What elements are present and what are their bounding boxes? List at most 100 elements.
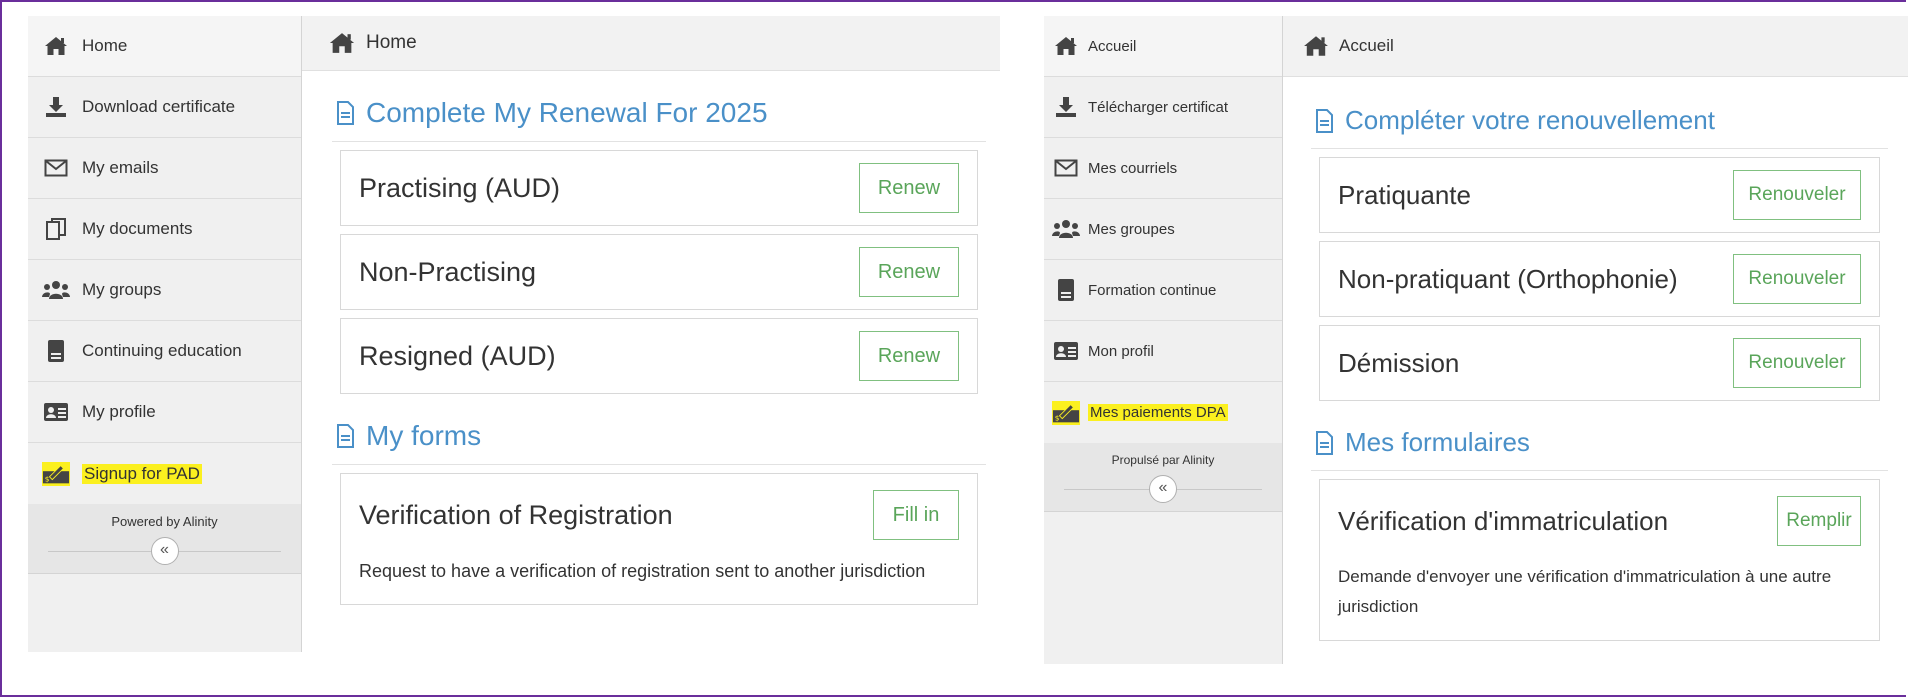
french-portal-panel: Accueil Télécharger certificat Mes courr… xyxy=(1044,16,1908,664)
document-icon xyxy=(336,424,354,448)
sidebar-item-label: My groups xyxy=(82,280,162,299)
sidebar-item-mes-paiements-dpa[interactable]: $ Mes paiements DPA xyxy=(1044,382,1282,443)
sidebar-footer: Powered by Alinity « xyxy=(28,504,301,574)
sidebar-item-label: Accueil xyxy=(1088,37,1137,55)
sidebar-item-label: My documents xyxy=(82,219,193,238)
sidebar-item-my-emails[interactable]: My emails xyxy=(28,138,301,199)
powered-by-text: Powered by Alinity xyxy=(111,514,218,529)
english-portal-panel: Home Download certificate My emails My d… xyxy=(28,16,1000,652)
sidebar-item-continuing-education[interactable]: Continuing education xyxy=(28,321,301,382)
sidebar-item-accueil[interactable]: Accueil xyxy=(1044,16,1282,77)
renewal-option-label: Démission xyxy=(1338,347,1460,378)
sidebar-item-my-documents[interactable]: My documents xyxy=(28,199,301,260)
renewal-option-label: Practising (AUD) xyxy=(359,172,561,203)
sidebar-item-label: Formation continue xyxy=(1088,281,1217,299)
sidebar-footer: Propulsé par Alinity « xyxy=(1044,443,1282,512)
sidebar-item-label: My emails xyxy=(82,158,159,177)
sidebar-item-mes-groupes[interactable]: Mes groupes xyxy=(1044,199,1282,260)
forms-section-title: Mes formulaires xyxy=(1311,409,1888,471)
sidebar: Accueil Télécharger certificat Mes courr… xyxy=(1044,16,1283,664)
renewal-option-label: Pratiquante xyxy=(1338,179,1471,210)
svg-text:$: $ xyxy=(45,474,50,483)
fill-in-button[interactable]: Remplir xyxy=(1777,496,1861,546)
main-content: Accueil Compléter votre renouvellement P… xyxy=(1283,16,1908,664)
renewal-option-card: Non-Practising Renew xyxy=(340,234,978,310)
sidebar-item-home[interactable]: Home xyxy=(28,16,301,77)
form-label: Vérification d'immatriculation xyxy=(1338,505,1669,536)
renewal-option-label: Non-pratiquant (Orthophonie) xyxy=(1338,263,1678,294)
sidebar-item-label: Mes courriels xyxy=(1088,159,1178,177)
home-icon xyxy=(42,34,70,58)
breadcrumb-home[interactable]: Home xyxy=(302,16,1000,71)
sidebar: Home Download certificate My emails My d… xyxy=(28,16,302,652)
renewal-option-card: Non-pratiquant (Orthophonie) Renouveler xyxy=(1319,241,1880,317)
sidebar-item-label: Télécharger certificat xyxy=(1088,98,1229,116)
download-icon xyxy=(42,95,70,119)
renew-button[interactable]: Renouveler xyxy=(1733,170,1861,220)
renew-button[interactable]: Renew xyxy=(859,331,959,381)
sidebar-item-label: Mes groupes xyxy=(1088,220,1175,238)
sidebar-item-my-groups[interactable]: My groups xyxy=(28,260,301,321)
collapse-row: « xyxy=(28,529,301,574)
renew-button[interactable]: Renouveler xyxy=(1733,254,1861,304)
renew-button[interactable]: Renew xyxy=(859,247,959,297)
form-card: Vérification d'immatriculation Remplir D… xyxy=(1319,479,1880,641)
renewal-option-card: Resigned (AUD) Renew xyxy=(340,318,978,394)
renewal-option-label: Resigned (AUD) xyxy=(359,340,556,371)
book-icon xyxy=(42,339,70,363)
sidebar-item-download-certificate[interactable]: Download certificate xyxy=(28,77,301,138)
svg-text:$: $ xyxy=(1055,413,1060,422)
breadcrumb-label: Home xyxy=(366,32,417,53)
section-title-text: Mes formulaires xyxy=(1345,427,1530,457)
check-payment-icon: $ xyxy=(1052,400,1080,425)
renewal-option-label: Non-Practising xyxy=(359,256,537,287)
sidebar-item-label: Signup for PAD xyxy=(82,463,202,484)
renewal-option-card: Practising (AUD) Renew xyxy=(340,150,978,226)
document-icon xyxy=(1315,430,1333,455)
sidebar-item-mon-profil[interactable]: Mon profil xyxy=(1044,321,1282,382)
sidebar-item-signup-pad[interactable]: $ Signup for PAD xyxy=(28,443,301,504)
content-area: Complete My Renewal For 2025 Practising … xyxy=(302,71,1000,605)
groups-icon xyxy=(42,278,70,302)
sidebar-item-telecharger-certificat[interactable]: Télécharger certificat xyxy=(1044,77,1282,138)
check-payment-icon: $ xyxy=(42,461,70,486)
renewal-option-card: Pratiquante Renouveler xyxy=(1319,157,1880,233)
sidebar-item-formation-continue[interactable]: Formation continue xyxy=(1044,260,1282,321)
powered-by-text: Propulsé par Alinity xyxy=(1111,453,1215,467)
document-icon xyxy=(336,101,354,125)
id-card-icon xyxy=(1052,339,1080,363)
sidebar-item-label: Download certificate xyxy=(82,97,236,116)
home-icon xyxy=(1052,34,1080,58)
sidebar-item-my-profile[interactable]: My profile xyxy=(28,382,301,443)
section-title-text: My forms xyxy=(366,420,482,451)
sidebar-item-label: Home xyxy=(82,36,128,55)
documents-icon xyxy=(42,217,70,241)
envelope-icon xyxy=(1052,156,1080,180)
section-title-text: Compléter votre renouvellement xyxy=(1345,105,1715,135)
main-content: Home Complete My Renewal For 2025 Practi… xyxy=(302,16,1000,652)
form-description: Request to have a verification of regist… xyxy=(359,561,926,581)
id-card-icon xyxy=(42,400,70,424)
collapse-sidebar-button[interactable]: « xyxy=(1149,475,1177,503)
document-icon xyxy=(1315,108,1333,133)
renewal-section-title: Complete My Renewal For 2025 xyxy=(332,71,986,142)
form-label: Verification of Registration xyxy=(359,499,673,530)
groups-icon xyxy=(1052,217,1080,241)
content-area: Compléter votre renouvellement Pratiquan… xyxy=(1283,77,1908,641)
renew-button[interactable]: Renew xyxy=(859,163,959,213)
renewal-section-title: Compléter votre renouvellement xyxy=(1311,77,1888,149)
home-icon xyxy=(1303,35,1329,57)
form-description: Demande d'envoyer une vérification d'imm… xyxy=(1338,567,1832,616)
collapse-sidebar-button[interactable]: « xyxy=(150,537,179,565)
breadcrumb-label: Accueil xyxy=(1339,36,1394,55)
sidebar-item-mes-courriels[interactable]: Mes courriels xyxy=(1044,138,1282,199)
sidebar-item-label: Mon profil xyxy=(1088,342,1154,360)
breadcrumb-home[interactable]: Accueil xyxy=(1283,16,1908,77)
forms-section-title: My forms xyxy=(332,402,986,465)
fill-in-button[interactable]: Fill in xyxy=(873,490,959,540)
collapse-row: « xyxy=(1044,467,1282,512)
sidebar-item-label: Mes paiements DPA xyxy=(1088,404,1228,421)
envelope-icon xyxy=(42,156,70,180)
home-icon xyxy=(328,32,356,54)
renew-button[interactable]: Renouveler xyxy=(1733,338,1861,388)
